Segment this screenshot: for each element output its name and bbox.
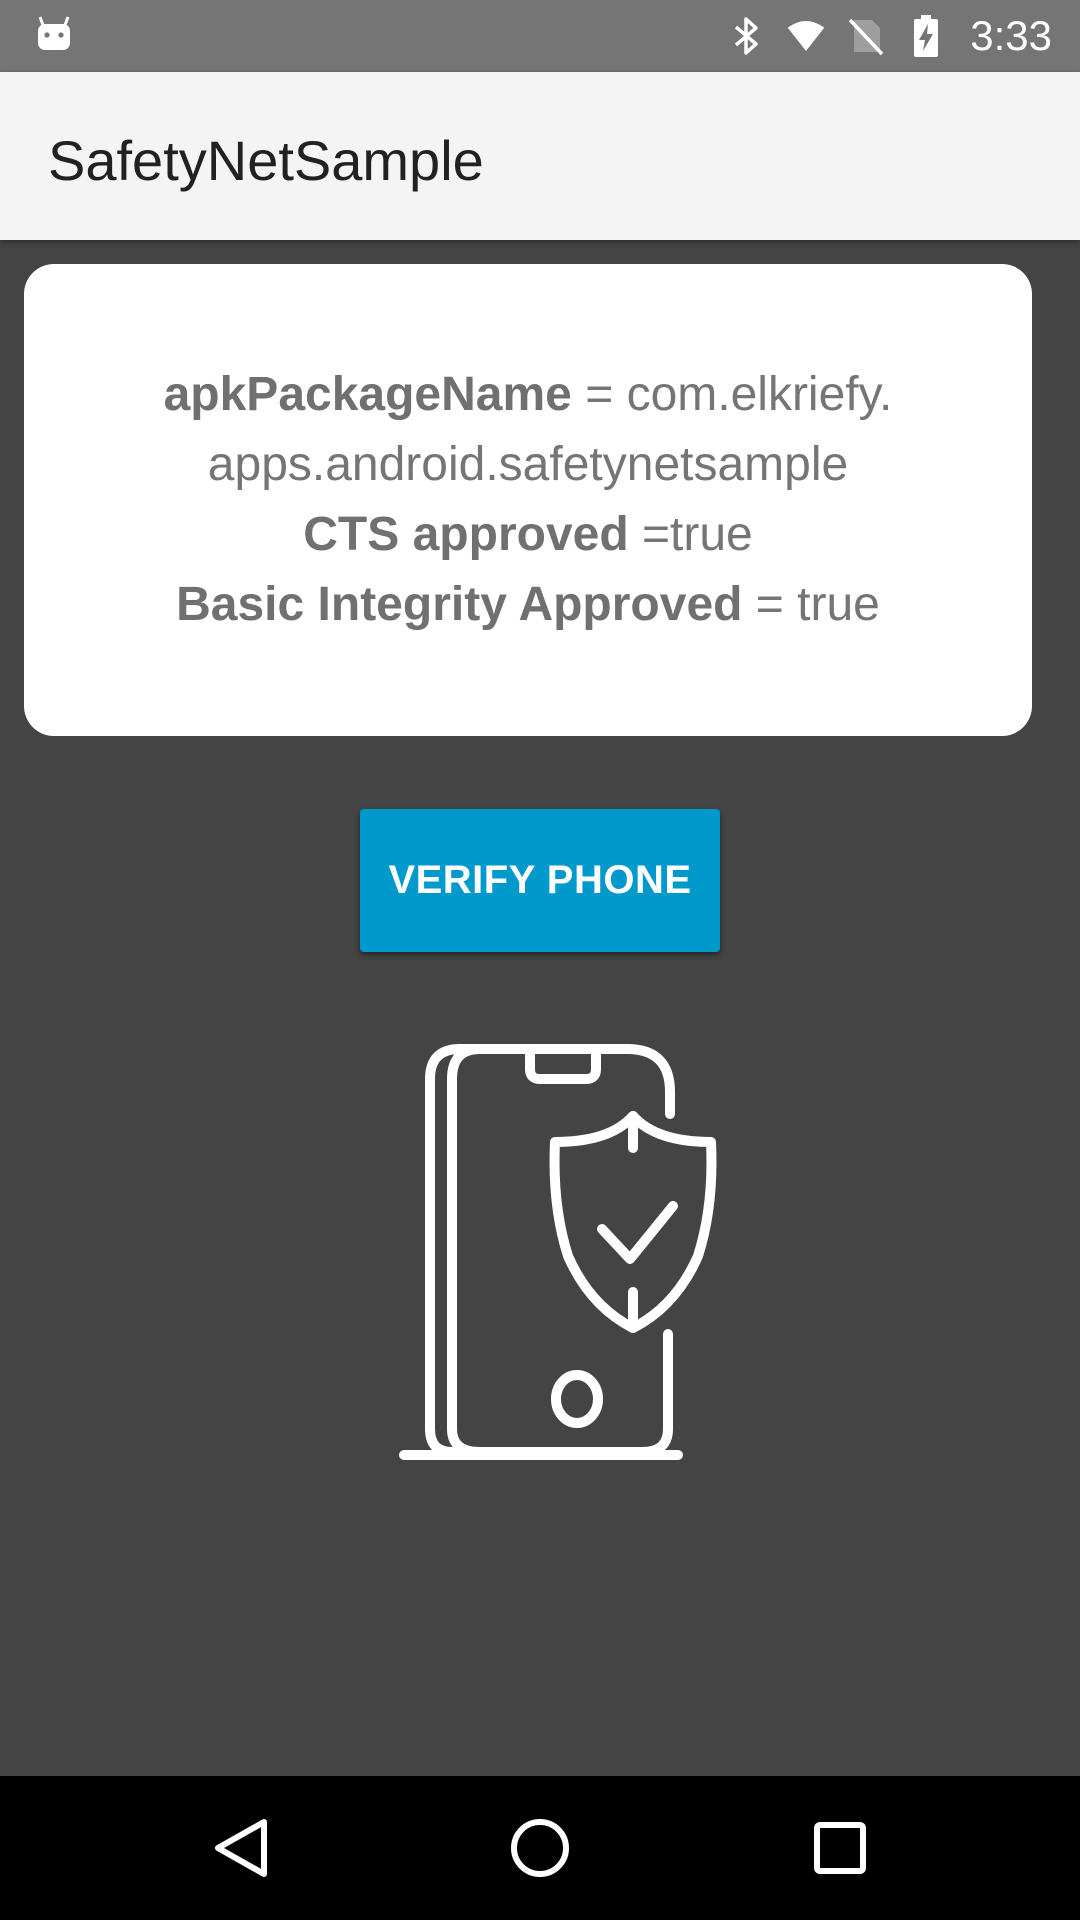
status-bar: 3:33 bbox=[0, 0, 1080, 72]
home-icon[interactable] bbox=[504, 1812, 576, 1884]
battery-charging-icon bbox=[906, 15, 946, 57]
no-sim-icon bbox=[846, 16, 886, 56]
navigation-bar bbox=[0, 1776, 1080, 1920]
app-title: SafetyNetSample bbox=[48, 129, 484, 192]
phone-shield-check-icon bbox=[399, 1044, 717, 1460]
basic-integrity-label: Basic Integrity Approved bbox=[176, 578, 743, 631]
package-name-value-cont: apps.android.safetynetsample bbox=[207, 438, 849, 491]
cts-label: CTS approved bbox=[303, 508, 629, 561]
status-time: 3:33 bbox=[970, 12, 1052, 59]
android-notification-icon bbox=[38, 16, 70, 50]
package-name-label: apkPackageName bbox=[163, 368, 572, 421]
bluetooth-icon bbox=[726, 16, 766, 56]
cts-value: =true bbox=[628, 508, 753, 561]
basic-integrity-line: Basic Integrity Approved = true bbox=[176, 570, 880, 640]
back-icon[interactable] bbox=[204, 1812, 276, 1884]
wifi-icon bbox=[786, 16, 826, 56]
status-icons: 3:33 bbox=[726, 0, 1052, 72]
basic-integrity-value: = true bbox=[742, 578, 880, 631]
result-card: apkPackageName = com.elkriefy. apps.andr… bbox=[24, 264, 1032, 736]
package-name-value: = com.elkriefy. bbox=[571, 368, 893, 421]
package-name-line: apkPackageName = com.elkriefy. bbox=[164, 360, 893, 430]
app-bar: SafetyNetSample bbox=[0, 72, 1080, 240]
verify-phone-button[interactable]: VERIFY PHONE bbox=[360, 809, 720, 952]
recents-icon[interactable] bbox=[804, 1812, 876, 1884]
cts-line: CTS approved =true bbox=[303, 500, 752, 570]
